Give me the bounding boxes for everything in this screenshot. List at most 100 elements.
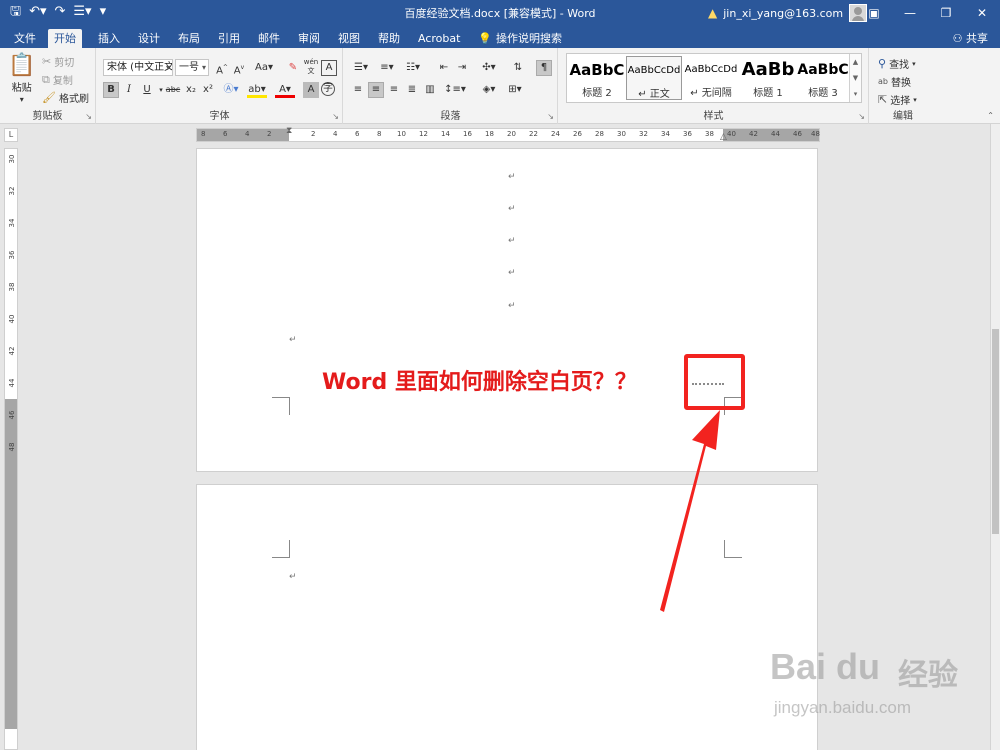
dialog-launcher-icon[interactable]: ↘ [332, 112, 339, 121]
decrease-indent-icon[interactable]: ⇤ [436, 60, 452, 76]
tab-review[interactable]: 审阅 [292, 29, 326, 48]
tab-home[interactable]: 开始 [48, 29, 82, 48]
page-1[interactable] [196, 148, 818, 472]
highlight-color-icon[interactable]: ab▾ [247, 82, 267, 98]
share-button[interactable]: ⚇ 共享 [953, 30, 988, 46]
find-button[interactable]: ⚲ 查找 ▾ [878, 56, 916, 71]
style-heading-3[interactable]: AaBbC 标题 3 [795, 56, 851, 100]
tab-help[interactable]: 帮助 [372, 29, 406, 48]
bullets-icon[interactable]: ☰▾ [350, 60, 372, 76]
style-normal[interactable]: AaBbCcDd ↵ 正文 [626, 56, 682, 100]
style-heading-2[interactable]: AaBbC 标题 2 [569, 56, 625, 100]
clear-format-icon[interactable]: ✎ [285, 60, 301, 76]
strikethrough-button[interactable]: abc [163, 82, 183, 98]
style-no-spacing[interactable]: AaBbCcDd ↵ 无间隔 [683, 56, 739, 100]
ruler-tick: 44 [771, 130, 780, 138]
tab-view[interactable]: 视图 [332, 29, 366, 48]
horizontal-ruler[interactable]: 8 6 4 2 2 4 6 8 10 12 14 16 18 20 22 24 … [196, 126, 820, 142]
user-email[interactable]: jin_xi_yang@163.com [723, 7, 843, 20]
paste-label: 粘贴 [11, 83, 32, 94]
collapse-ribbon-icon[interactable]: ⌃ [987, 111, 994, 120]
restore-icon[interactable]: ❐ [928, 0, 964, 26]
styles-gallery: AaBbC 标题 2 AaBbCcDd ↵ 正文 AaBbCcDd ↵ 无间隔 … [566, 53, 862, 103]
tab-layout[interactable]: 布局 [172, 29, 206, 48]
borders-icon[interactable]: ⊞▾ [504, 82, 526, 98]
vertical-ruler[interactable]: 30 32 34 36 38 40 42 44 46 48 [4, 148, 18, 750]
multilevel-list-icon[interactable]: ☷▾ [402, 60, 424, 76]
font-color-icon[interactable]: A▾ [275, 82, 295, 98]
text-effects-icon[interactable]: Ⓐ▾ [223, 82, 239, 98]
close-icon[interactable]: ✕ [964, 0, 1000, 26]
tab-acrobat[interactable]: Acrobat [412, 29, 466, 48]
enclose-char-icon[interactable]: 字 [321, 82, 335, 96]
tab-selector[interactable]: L [4, 128, 18, 142]
ruler-tick: 48 [811, 130, 820, 138]
page-2[interactable] [196, 484, 818, 750]
tab-references[interactable]: 引用 [212, 29, 246, 48]
align-center-icon[interactable]: ≡ [368, 82, 384, 98]
numbering-icon[interactable]: ≡▾ [376, 60, 398, 76]
superscript-button[interactable]: x² [200, 82, 216, 98]
format-painter-button[interactable]: 🖌 格式刷 [42, 90, 89, 105]
font-size-select[interactable]: 一号 [175, 59, 209, 76]
align-left-icon[interactable]: ≡ [350, 82, 366, 98]
tab-file[interactable]: 文件 [8, 29, 42, 48]
chevron-down-icon[interactable]: ▼ [850, 70, 861, 86]
italic-button[interactable]: I [121, 82, 137, 98]
ruler-tick: 36 [683, 130, 692, 138]
ruler-tick: 8 [377, 130, 382, 138]
font-name-select[interactable]: 宋体 (中文正文) [103, 59, 173, 76]
style-heading-1[interactable]: AaBb 标题 1 [740, 56, 796, 100]
copy-button[interactable]: ⧉ 复制 [42, 72, 73, 87]
document-headline: Word 里面如何删除空白页？？ [322, 370, 637, 395]
shrink-font-icon[interactable]: Av [231, 60, 247, 76]
tab-mailings[interactable]: 邮件 [252, 29, 286, 48]
scrollbar-thumb[interactable] [992, 329, 999, 534]
copy-icon: ⧉ [42, 72, 50, 86]
ruler-tick: 16 [463, 130, 472, 138]
distributed-icon[interactable]: ▥ [422, 82, 438, 98]
expand-gallery-icon[interactable]: ▾ [850, 86, 861, 102]
line-spacing-icon[interactable]: ↕≡▾ [444, 82, 466, 98]
window-controls: ▣ — ❐ ✕ [856, 0, 1000, 26]
phonetic-guide-icon[interactable]: wén 文 [303, 58, 319, 75]
ruler-tick: 32 [8, 186, 16, 196]
right-indent-marker-icon[interactable]: △ [720, 132, 727, 142]
vertical-scrollbar[interactable] [990, 124, 1000, 750]
indent-marker-icon[interactable]: ⧗ [286, 126, 292, 136]
ruler-margin-left [197, 129, 289, 141]
show-marks-icon[interactable]: ¶ [536, 60, 552, 76]
minimize-icon[interactable]: — [892, 0, 928, 26]
ruler-tick: 34 [8, 218, 16, 228]
dialog-launcher-icon[interactable]: ↘ [85, 112, 92, 121]
justify-icon[interactable]: ≣ [404, 82, 420, 98]
shading-icon[interactable]: ◈▾ [478, 82, 500, 98]
ruler-tick: 28 [595, 130, 604, 138]
warning-icon[interactable]: ▲ [708, 6, 717, 20]
change-case-icon[interactable]: Aa▾ [252, 60, 276, 76]
char-border-icon[interactable]: A [321, 60, 337, 76]
grow-font-icon[interactable]: A^ [214, 60, 230, 76]
sort-icon[interactable]: ⇅ [510, 60, 526, 76]
tell-me-search[interactable]: 操作说明搜索 [490, 29, 568, 48]
chinese-layout-icon[interactable]: ✣▾ [478, 60, 500, 76]
increase-indent-icon[interactable]: ⇥ [454, 60, 470, 76]
chevron-up-icon[interactable]: ▲ [850, 54, 861, 70]
tab-design[interactable]: 设计 [132, 29, 166, 48]
ribbon-display-icon[interactable]: ▣ [856, 0, 892, 26]
select-label: 选择 [890, 96, 911, 107]
dialog-launcher-icon[interactable]: ↘ [547, 112, 554, 121]
align-right-icon[interactable]: ≡ [386, 82, 402, 98]
char-shading-icon[interactable]: A [303, 82, 319, 98]
replace-button[interactable]: ab 替换 [878, 74, 911, 90]
select-button[interactable]: ⇱ 选择 ▾ [878, 92, 917, 107]
cut-button[interactable]: ✂ 剪切 [42, 54, 74, 69]
ruler-tick: 46 [8, 410, 16, 420]
dialog-launcher-icon[interactable]: ↘ [858, 112, 865, 121]
style-sample: AaBbC [569, 61, 625, 79]
gallery-scroll[interactable]: ▲ ▼ ▾ [849, 54, 861, 102]
tab-insert[interactable]: 插入 [92, 29, 126, 48]
subscript-button[interactable]: x₂ [183, 82, 199, 98]
bold-button[interactable]: B [103, 82, 119, 98]
paste-button[interactable]: 📋 粘贴 ▾ [8, 54, 35, 105]
